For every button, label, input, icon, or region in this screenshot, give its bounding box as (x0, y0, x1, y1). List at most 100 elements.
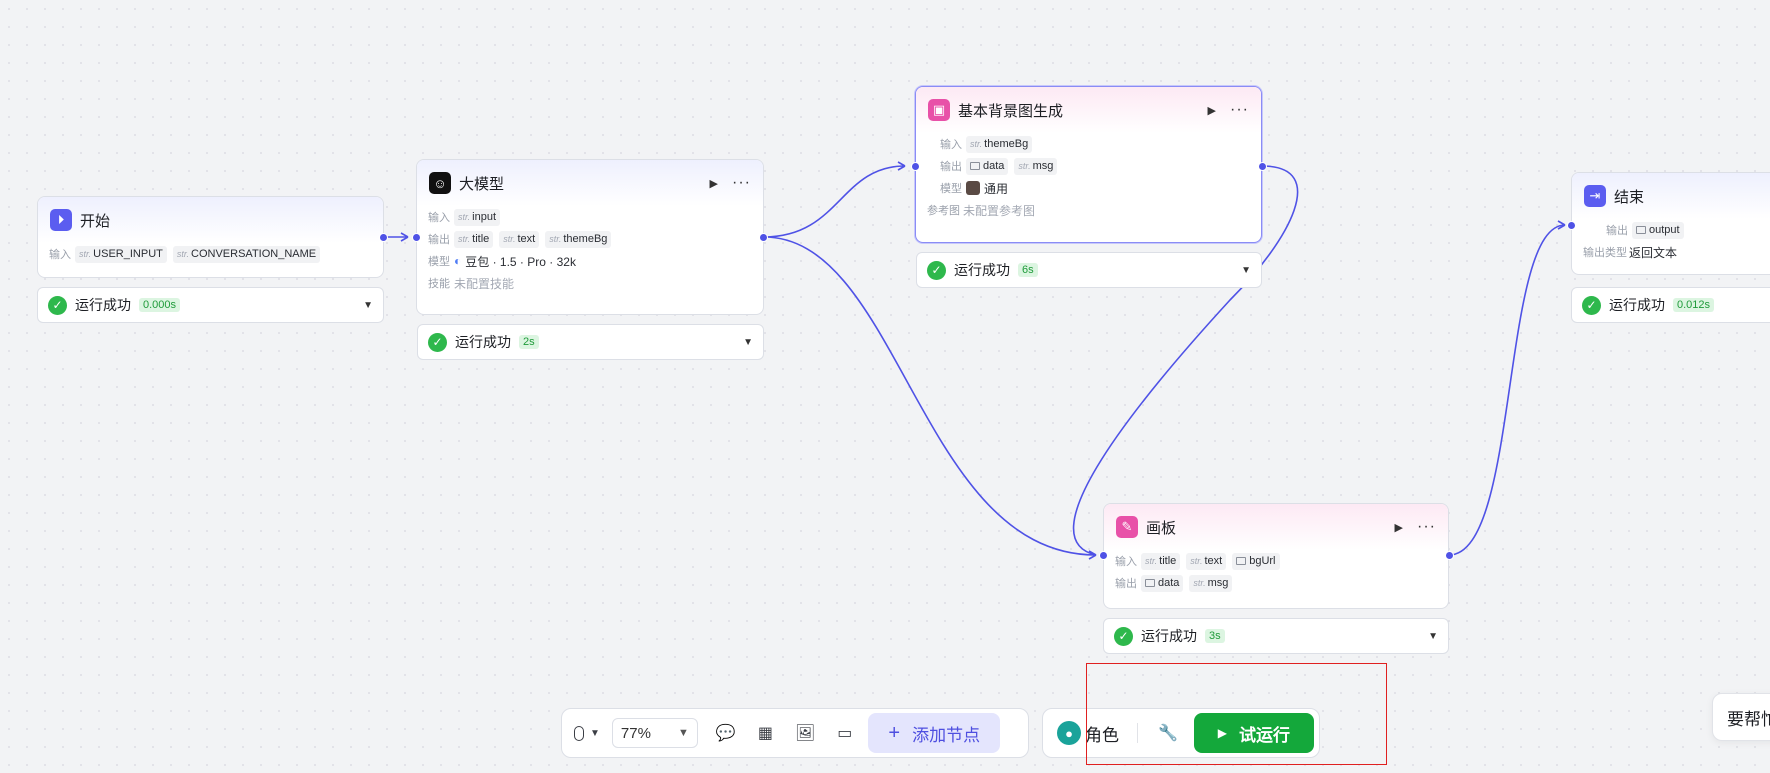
plus-icon: + (888, 722, 901, 744)
node-end-header: ⇥ 结束 (1572, 173, 1770, 219)
layout-button[interactable]: ▦ (758, 723, 773, 743)
user-avatar-icon: ● (1057, 721, 1081, 745)
more-icon[interactable]: ··· (1417, 519, 1436, 535)
node-canvas-input-row: 输入 str. title str. text bgUrl (1104, 550, 1448, 572)
node-llm-input-row: 输入 str. input (417, 206, 763, 228)
image-edit-icon: 🖼 (794, 725, 816, 742)
minimap-button[interactable]: 🖼 (795, 723, 815, 743)
workflow-canvas[interactable]: ⏵ 开始 输入 str. USER_INPUT str. CONVERSATION_… (0, 0, 1770, 773)
param-tag: str. text (499, 230, 540, 248)
node-llm-skill-row: 技能 未配置技能 (428, 276, 515, 291)
param-tag: data (966, 157, 1009, 175)
node-end-title: 结束 (1614, 188, 1645, 206)
chevron-down-icon[interactable]: ▼ (743, 337, 753, 348)
highlight-box (1086, 663, 1387, 765)
node-start-status[interactable]: ✓ 运行成功 0.000s ▼ (37, 287, 384, 323)
llm-icon: ☺ (429, 172, 451, 194)
image-gen-icon: ▣ (928, 99, 950, 121)
check-circle-icon: ✓ (1114, 626, 1133, 646)
chevron-down-icon[interactable]: ▼ (363, 300, 373, 311)
param-tag: str. CONVERSATION_NAME (172, 245, 321, 263)
node-llm-output-row: 输出 str. title str. text str. themeBg (417, 228, 763, 250)
param-tag: str. input (454, 208, 501, 226)
node-end-status[interactable]: ✓ 运行成功 0.012s (1571, 287, 1770, 323)
chevron-down-icon[interactable]: ▼ (1241, 265, 1251, 276)
port-canvas-in[interactable] (1099, 551, 1108, 560)
port-bg-in[interactable] (911, 162, 920, 171)
param-tag: bgUrl (1232, 552, 1280, 570)
param-tag: data (1141, 574, 1184, 592)
comment-button[interactable]: 💬 (716, 723, 736, 743)
check-circle-icon: ✓ (48, 295, 67, 315)
image-type-icon (1145, 579, 1155, 587)
edge-llm-bg (763, 165, 906, 238)
canvas-toolbar: ▼ 77% ▼ 💬 ▦ 🖼 ▭ + 添加节点 (561, 708, 1029, 758)
node-llm-title: 大模型 (459, 175, 505, 193)
param-tag: str. msg (1014, 157, 1058, 175)
chevron-down-icon: ▼ (678, 727, 689, 739)
port-llm-out[interactable] (759, 233, 768, 242)
arrow-canvas-end (1557, 220, 1566, 230)
arrow-llm-bg (897, 161, 906, 171)
node-llm-status[interactable]: ✓ 运行成功 2s ▼ (417, 324, 764, 360)
play-icon[interactable]: ▶ (1208, 104, 1216, 117)
node-llm[interactable]: ☺ 大模型 ▶ ··· 输入 str. input 输出 str. title st… (416, 159, 764, 315)
check-circle-icon: ✓ (428, 332, 447, 352)
end-icon: ⇥ (1584, 185, 1606, 207)
check-circle-icon: ✓ (1582, 295, 1601, 315)
image-type-icon (1636, 226, 1646, 234)
doubao-icon: ◐ (454, 254, 462, 268)
node-bg-ref-row: 参考图 未配置参考图 (927, 203, 1036, 218)
node-end[interactable]: ⇥ 结束 输出 output 输出类型 返回文本 (1571, 172, 1770, 275)
chevron-down-icon[interactable]: ▼ (1428, 631, 1438, 642)
mouse-icon (574, 725, 584, 741)
more-icon[interactable]: ··· (732, 175, 751, 191)
zoom-select[interactable]: 77% ▼ (611, 718, 698, 748)
node-llm-model-row: 模型 ◐ 豆包 · 1.5 · Pro · 32k (428, 254, 576, 269)
param-tag: str. text (1186, 552, 1227, 570)
port-llm-in[interactable] (412, 233, 421, 242)
node-bg-input-row: 输入 str. themeBg (916, 133, 1261, 155)
param-tag: output (1632, 221, 1684, 239)
port-start-out[interactable] (379, 233, 388, 242)
node-canvas[interactable]: ✎ 画板 ▶ ··· 输入 str. title str. text bgUrl 输… (1103, 503, 1449, 609)
add-node-button[interactable]: + 添加节点 (868, 713, 1001, 753)
node-canvas-header: ✎ 画板 ▶ ··· (1104, 504, 1448, 550)
model-avatar-icon (966, 181, 980, 195)
more-icon[interactable]: ··· (1230, 102, 1249, 118)
node-end-type-row: 输出类型 返回文本 (1583, 245, 1678, 260)
param-tag: str. themeBg (545, 230, 612, 248)
arrow-start-llm (400, 232, 409, 242)
node-start[interactable]: ⏵ 开始 输入 str. USER_INPUT str. CONVERSATION_… (37, 196, 384, 278)
port-end-in[interactable] (1567, 221, 1576, 230)
node-end-output-row: 输出 output (1572, 219, 1770, 241)
port-canvas-out[interactable] (1445, 551, 1454, 560)
node-bg-status[interactable]: ✓ 运行成功 6s ▼ (916, 252, 1262, 288)
play-icon[interactable]: ▶ (1395, 521, 1403, 534)
param-tag: str. themeBg (966, 135, 1033, 153)
grid-layout-icon: ▦ (757, 725, 773, 742)
param-tag: str. title (454, 230, 494, 248)
chevron-down-icon: ▼ (590, 727, 600, 739)
screen-check-icon: ▭ (837, 725, 853, 742)
node-start-input-row: 输入 str. USER_INPUT str. CONVERSATION_NAME (38, 243, 383, 265)
node-llm-header: ☺ 大模型 ▶ ··· (417, 160, 763, 206)
edge-canvas-end (1448, 224, 1566, 556)
node-bg[interactable]: ▣ 基本背景图生成 ▶ ··· 输入 str. themeBg 输出 data s… (915, 86, 1262, 243)
param-tag: str. USER_INPUT (75, 245, 167, 263)
node-canvas-output-row: 输出 data str. msg (1104, 572, 1448, 594)
mouse-mode-button[interactable]: ▼ (574, 725, 600, 741)
image-type-icon (970, 162, 980, 170)
node-start-title: 开始 (80, 212, 111, 230)
help-button[interactable]: 要帮忙 (1712, 693, 1770, 741)
edges-layer (383, 161, 1566, 560)
node-bg-model-row: 模型 通用 (940, 181, 1009, 196)
image-type-icon (1236, 557, 1247, 565)
preview-button[interactable]: ▭ (837, 723, 852, 743)
param-tag: str. msg (1189, 574, 1233, 592)
comment-icon: 💬 (715, 725, 736, 742)
play-icon[interactable]: ▶ (710, 177, 718, 190)
port-bg-out[interactable] (1258, 162, 1267, 171)
edit-board-icon: ✎ (1116, 516, 1138, 538)
node-canvas-status[interactable]: ✓ 运行成功 3s ▼ (1103, 618, 1449, 654)
